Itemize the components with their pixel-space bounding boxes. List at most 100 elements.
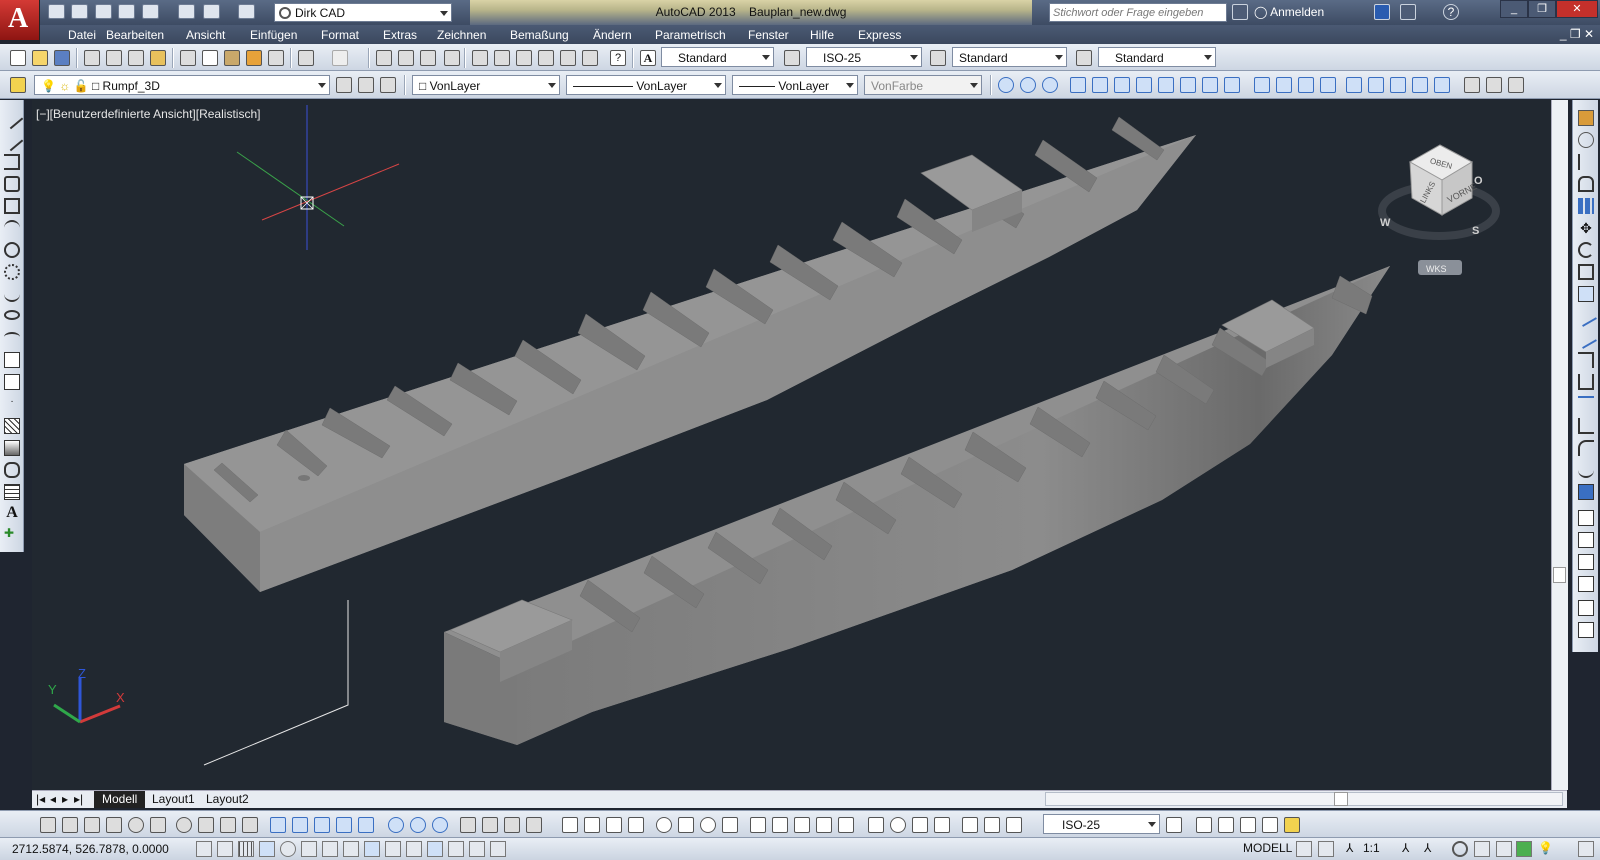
subtract-icon[interactable] [1020, 77, 1036, 93]
tab-nav-last[interactable]: ▸| [72, 791, 85, 808]
loft-icon[interactable] [358, 817, 374, 833]
lightbulb-icon[interactable]: 💡 [1538, 841, 1554, 857]
polysolid-icon[interactable] [242, 817, 258, 833]
gradient-icon[interactable] [4, 440, 20, 456]
table-style-dropdown[interactable]: Standard [952, 47, 1067, 67]
quick-view-drawings-icon[interactable] [1318, 841, 1334, 857]
layer-properties-icon[interactable] [10, 77, 26, 93]
tool-palettes-icon[interactable] [516, 50, 532, 66]
polygon-icon[interactable] [4, 176, 20, 192]
draw-order-under-icon[interactable] [1578, 576, 1594, 592]
block-editor-icon[interactable] [268, 50, 284, 66]
undo-icon[interactable] [203, 4, 220, 19]
region-icon[interactable] [4, 462, 20, 478]
dim-style-dropdown[interactable]: ISO-25 [806, 47, 922, 67]
dim-style-icon[interactable] [784, 50, 800, 66]
object-snap-tracking-icon[interactable] [343, 841, 359, 857]
binoculars-icon[interactable] [1232, 4, 1248, 20]
new-file-icon[interactable] [48, 4, 65, 19]
helix-icon[interactable] [220, 817, 236, 833]
tab-nav-prev[interactable]: ◂ [48, 791, 58, 808]
orbit-icon[interactable] [1486, 77, 1502, 93]
rectangle-icon[interactable] [4, 198, 20, 214]
menu-parametrisch[interactable]: Parametrisch [655, 28, 726, 42]
maximize-button[interactable]: ❐ [1528, 0, 1556, 18]
rotate-3d-icon[interactable] [1412, 77, 1428, 93]
menu-hilfe[interactable]: Hilfe [810, 28, 834, 42]
dim-style-manager-icon[interactable] [1166, 817, 1182, 833]
break-icon[interactable] [1578, 374, 1594, 390]
workspace-dropdown[interactable]: Dirk CAD [274, 3, 452, 22]
torus-icon[interactable] [176, 817, 192, 833]
markup-icon[interactable] [560, 50, 576, 66]
hatch-icon[interactable] [4, 418, 20, 434]
dim-text-edit-icon[interactable] [984, 817, 1000, 833]
lineweight-toggle-icon[interactable] [406, 841, 422, 857]
annotation-scale-value[interactable]: 1:1 [1363, 841, 1380, 855]
text-style-icon[interactable]: A [640, 50, 656, 66]
compass-o-label[interactable]: O [1474, 175, 1483, 187]
quick-view-layouts-icon[interactable] [1296, 841, 1312, 857]
3d-align-icon[interactable] [504, 817, 520, 833]
ucs-menu-button[interactable]: WKS [1418, 260, 1462, 275]
menu-format[interactable]: Format [321, 28, 359, 42]
baseline-dim-icon[interactable] [772, 817, 788, 833]
tab-nav-next[interactable]: ▸ [60, 791, 70, 808]
tab-nav-first[interactable]: |◂ [34, 791, 47, 808]
vertical-scroll-thumb[interactable] [1553, 567, 1566, 583]
3d-print-icon[interactable] [150, 50, 166, 66]
match-properties-icon[interactable] [246, 50, 262, 66]
isolate-objects-icon[interactable] [1516, 841, 1532, 857]
help-icon[interactable]: ? [1443, 4, 1459, 20]
make-current-icon[interactable] [336, 77, 352, 93]
menu-aendern[interactable]: Ändern [593, 28, 632, 42]
model-space-drawing[interactable]: Z X Y OBEN LINKS VORNE W S O WKS [32, 100, 1567, 790]
3d-rotate-icon[interactable] [482, 817, 498, 833]
angular-dim-icon[interactable] [722, 817, 738, 833]
offset-icon[interactable] [1578, 176, 1594, 192]
continue-dim-icon[interactable] [794, 817, 810, 833]
clean-icon[interactable] [1276, 77, 1292, 93]
multiline-text-icon[interactable]: A [4, 504, 20, 521]
multileader-icon[interactable] [1196, 817, 1212, 833]
signin-button[interactable]: ◯ Anmelden [1254, 5, 1324, 19]
linetype-dropdown[interactable]: VonLayer [566, 75, 726, 95]
quick-properties-icon[interactable] [448, 841, 464, 857]
dim-style-dropdown-bottom[interactable]: ISO-25 [1043, 814, 1160, 834]
infer-constraints-icon[interactable] [196, 841, 212, 857]
free-orbit-icon[interactable] [1508, 77, 1524, 93]
new-icon[interactable] [10, 50, 26, 66]
compass-w-label[interactable]: W [1380, 217, 1391, 229]
cut-icon[interactable] [180, 50, 196, 66]
separate-icon[interactable] [1298, 77, 1314, 93]
ortho-mode-icon[interactable] [259, 841, 275, 857]
hardware-acceleration-icon[interactable] [1496, 841, 1512, 857]
rotate-faces-icon[interactable] [1158, 77, 1174, 93]
tab-modell[interactable]: Modell [94, 791, 146, 808]
make-block-icon[interactable] [4, 374, 20, 390]
publish-icon[interactable] [142, 4, 159, 19]
redo-icon[interactable] [332, 50, 348, 66]
linear-dim-icon[interactable] [562, 817, 578, 833]
union-solid-icon[interactable] [388, 817, 404, 833]
draw-order-above-icon[interactable] [1578, 554, 1594, 570]
workspace-switch-icon[interactable] [1452, 841, 1468, 857]
designcenter-icon[interactable] [494, 50, 510, 66]
undo-icon[interactable] [298, 50, 314, 66]
revolve-icon[interactable] [336, 817, 352, 833]
line-icon[interactable] [0, 106, 24, 130]
annotation-scale-icon[interactable]: ⅄ [1346, 841, 1362, 857]
intersect-solid-icon[interactable] [432, 817, 448, 833]
add-leader-icon[interactable] [1218, 817, 1234, 833]
dim-edit-icon[interactable] [962, 817, 978, 833]
menu-zeichnen[interactable]: Zeichnen [437, 28, 486, 42]
table-style-icon[interactable] [930, 50, 946, 66]
delete-faces-icon[interactable] [1136, 77, 1152, 93]
copy-icon[interactable] [202, 50, 218, 66]
annotation-monitor-icon[interactable] [490, 841, 506, 857]
dynamic-ucs-icon[interactable] [364, 841, 380, 857]
break-at-point-icon[interactable] [1578, 352, 1594, 368]
menu-ansicht[interactable]: Ansicht [186, 28, 225, 42]
ellipse-arc-icon[interactable] [4, 332, 20, 342]
quick-dim-icon[interactable] [750, 817, 766, 833]
